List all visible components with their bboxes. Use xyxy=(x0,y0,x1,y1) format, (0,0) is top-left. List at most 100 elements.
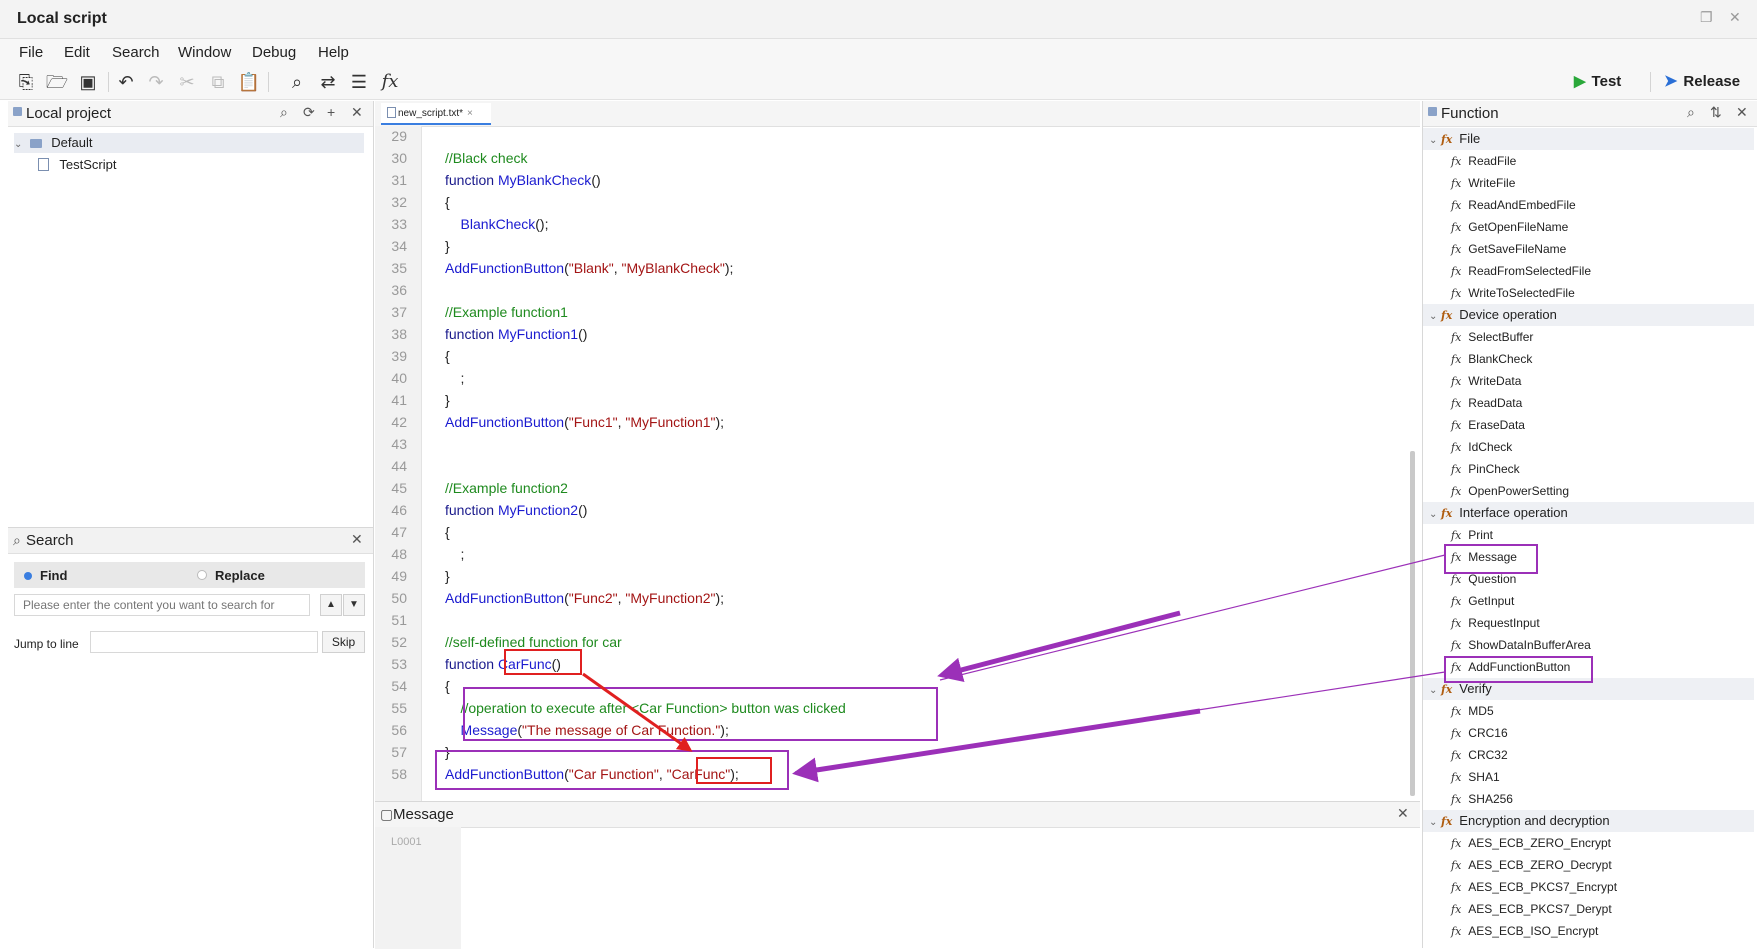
jump-to-line-input[interactable] xyxy=(90,631,318,653)
refresh-icon[interactable]: ⟳ xyxy=(303,104,315,121)
code-line[interactable]: //self-defined function for car xyxy=(445,634,622,650)
function-item[interactable]: fx WriteData xyxy=(1423,370,1757,392)
tab-close-icon[interactable]: × xyxy=(467,108,473,119)
close-icon[interactable]: ✕ xyxy=(351,104,363,121)
function-item[interactable]: fx Message xyxy=(1423,546,1757,568)
function-item[interactable]: fx AES_ECB_ISO_Encrypt xyxy=(1423,920,1757,942)
function-item[interactable]: fx GetOpenFileName xyxy=(1423,216,1757,238)
function-category[interactable]: ⌄ fx Encryption and decryption xyxy=(1423,810,1754,832)
search-icon[interactable]: ⌕ xyxy=(1687,104,1695,121)
function-item[interactable]: fx GetInput xyxy=(1423,590,1757,612)
code-line[interactable]: } xyxy=(445,568,450,584)
code-line[interactable]: { xyxy=(445,524,450,540)
code-line[interactable]: { xyxy=(445,194,450,210)
function-item[interactable]: fx BlankCheck xyxy=(1423,348,1757,370)
menu-edit[interactable]: Edit xyxy=(64,44,90,61)
search-up-button[interactable]: ▲ xyxy=(320,594,342,616)
tree-item-testscript[interactable]: TestScript xyxy=(38,155,116,175)
search-input[interactable] xyxy=(14,594,310,616)
code-editor[interactable]: new_script.txt* × 29 30 31 32 33 34 35 36… xyxy=(375,101,1420,801)
tab-new-script[interactable]: new_script.txt* × xyxy=(381,103,491,125)
function-item[interactable]: fx SHA256 xyxy=(1423,788,1757,810)
format-icon[interactable]: ☰ xyxy=(347,70,371,94)
save-icon[interactable]: ▣ xyxy=(76,70,100,94)
menu-window[interactable]: Window xyxy=(178,44,231,61)
code-line[interactable]: { xyxy=(445,348,450,364)
menu-help[interactable]: Help xyxy=(318,44,349,61)
function-item[interactable]: fx CRC16 xyxy=(1423,722,1757,744)
new-file-icon[interactable]: ⎘ xyxy=(14,70,38,94)
function-item[interactable]: fx SHA1 xyxy=(1423,766,1757,788)
code-line[interactable]: function MyFunction1() xyxy=(445,326,587,342)
close-icon[interactable]: ✕ xyxy=(1736,104,1748,121)
code-line[interactable]: } xyxy=(445,392,450,408)
find-radio[interactable]: Find xyxy=(24,568,67,583)
paste-icon[interactable]: 📋 xyxy=(237,70,261,94)
search-icon[interactable]: ⌕ xyxy=(285,70,309,94)
code-line[interactable]: } xyxy=(445,238,450,254)
add-icon[interactable]: + xyxy=(327,104,335,120)
function-item[interactable]: fx AES_ECB_ZERO_Encrypt xyxy=(1423,832,1757,854)
search-icon[interactable]: ⌕ xyxy=(280,104,288,121)
code-line[interactable]: AddFunctionButton("Blank", "MyBlankCheck… xyxy=(445,260,733,276)
code-line[interactable]: AddFunctionButton("Func1", "MyFunction1"… xyxy=(445,414,724,430)
function-item[interactable]: fx AES_ECB_PKCS7_Encrypt xyxy=(1423,876,1757,898)
undo-icon[interactable]: ↶ xyxy=(114,70,138,94)
code-line[interactable]: function MyBlankCheck() xyxy=(445,172,601,188)
replace-icon[interactable]: ⇄ xyxy=(316,70,340,94)
tree-item-default[interactable]: ⌄ Default xyxy=(14,133,364,153)
restore-icon[interactable]: ❐ xyxy=(1700,9,1713,26)
editor-vertical-scrollbar[interactable] xyxy=(1410,451,1415,796)
copy-icon[interactable]: ⧉ xyxy=(206,70,230,94)
function-item[interactable]: fx IdCheck xyxy=(1423,436,1757,458)
code-line[interactable]: function CarFunc() xyxy=(445,656,561,672)
code-line[interactable]: { xyxy=(445,678,450,694)
code-line[interactable]: //operation to execute after <Car Functi… xyxy=(445,700,846,716)
code-line[interactable]: AddFunctionButton("Func2", "MyFunction2"… xyxy=(445,590,724,606)
function-item[interactable]: fx SelectBuffer xyxy=(1423,326,1757,348)
function-category[interactable]: ⌄ fx Verify xyxy=(1423,678,1754,700)
open-folder-icon[interactable]: 🗁 xyxy=(45,70,69,94)
function-category[interactable]: ⌄ fx File xyxy=(1423,128,1754,150)
release-button[interactable]: ➤ Release xyxy=(1664,69,1740,95)
cut-icon[interactable]: ✂ xyxy=(175,70,199,94)
code-line[interactable]: ; xyxy=(445,370,465,386)
function-item[interactable]: fx WriteFile xyxy=(1423,172,1757,194)
test-button[interactable]: ▶ Test xyxy=(1574,69,1621,95)
code-line[interactable]: ; xyxy=(445,546,465,562)
function-item[interactable]: fx ReadFile xyxy=(1423,150,1757,172)
code-line[interactable]: function MyFunction2() xyxy=(445,502,587,518)
function-item[interactable]: fx WriteToSelectedFile xyxy=(1423,282,1757,304)
close-icon[interactable]: ✕ xyxy=(351,531,363,548)
function-item[interactable]: fx CRC32 xyxy=(1423,744,1757,766)
close-icon[interactable]: ✕ xyxy=(1397,805,1409,822)
replace-radio[interactable]: Replace xyxy=(197,568,265,583)
function-item[interactable]: fx PinCheck xyxy=(1423,458,1757,480)
function-item[interactable]: fx MD5 xyxy=(1423,700,1757,722)
menu-file[interactable]: File xyxy=(19,44,43,61)
function-item[interactable]: fx Question xyxy=(1423,568,1757,590)
redo-icon[interactable]: ↷ xyxy=(144,70,168,94)
function-item[interactable]: fx AES_ECB_ZERO_Decrypt xyxy=(1423,854,1757,876)
code-line[interactable]: } xyxy=(445,744,450,760)
function-item[interactable]: fx ReadData xyxy=(1423,392,1757,414)
function-item[interactable]: fx ShowDataInBufferArea xyxy=(1423,634,1757,656)
function-item[interactable]: fx AES_ECB_PKCS7_Derypt xyxy=(1423,898,1757,920)
function-item[interactable]: fx GetSaveFileName xyxy=(1423,238,1757,260)
close-window-icon[interactable]: ✕ xyxy=(1729,9,1741,26)
function-icon[interactable]: fx xyxy=(378,70,402,94)
code-line[interactable]: //Example function1 xyxy=(445,304,568,320)
function-item[interactable]: fx AddFunctionButton xyxy=(1423,656,1757,678)
skip-button[interactable]: Skip xyxy=(322,631,365,653)
search-down-button[interactable]: ▼ xyxy=(343,594,365,616)
code-line[interactable]: BlankCheck(); xyxy=(445,216,549,232)
function-item[interactable]: fx ReadFromSelectedFile xyxy=(1423,260,1757,282)
menu-debug[interactable]: Debug xyxy=(252,44,296,61)
function-category[interactable]: ⌄ fx Device operation xyxy=(1423,304,1754,326)
function-category[interactable]: ⌄ fx Interface operation xyxy=(1423,502,1754,524)
function-item[interactable]: fx RequestInput xyxy=(1423,612,1757,634)
sort-icon[interactable]: ⇅ xyxy=(1710,104,1722,121)
function-item[interactable]: fx OpenPowerSetting xyxy=(1423,480,1757,502)
function-item[interactable]: fx ReadAndEmbedFile xyxy=(1423,194,1757,216)
code-line[interactable]: //Example function2 xyxy=(445,480,568,496)
